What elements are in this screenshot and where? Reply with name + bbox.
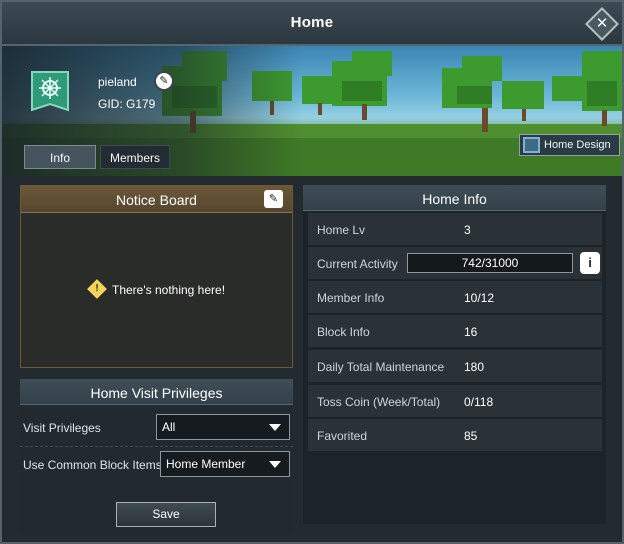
info-row-block-info: Block Info 16 [308, 315, 602, 347]
warning-icon: ! [87, 279, 107, 299]
home-design-icon [523, 137, 540, 153]
info-value: 0/118 [464, 395, 494, 409]
activity-progress-bar: 742/31000 [407, 253, 573, 273]
info-row-current-activity: Current Activity 742/31000 i [308, 247, 602, 279]
common-block-label: Use Common Block Items [23, 458, 162, 472]
common-block-value: Home Member [166, 457, 246, 471]
home-info-panel: Home Info Home Lv 3 Current Activity 742… [303, 185, 606, 524]
title-bar: Home ✕ [2, 2, 622, 46]
home-info-header: Home Info [303, 185, 606, 211]
privileges-title: Home Visit Privileges [90, 385, 223, 401]
edit-icon: ✎ [159, 75, 169, 87]
info-row-member-info: Member Info 10/12 [308, 281, 602, 313]
gid-label: GID: G179 [98, 97, 156, 111]
info-label: Current Activity [317, 257, 398, 271]
info-label: Block Info [317, 325, 370, 339]
notice-board-title: Notice Board [116, 192, 197, 208]
info-icon[interactable]: i [580, 252, 600, 274]
edit-name-button[interactable]: ✎ [154, 71, 174, 91]
edit-icon: ✎ [268, 193, 279, 205]
info-row-toss-coin: Toss Coin (Week/Total) 0/118 [308, 385, 602, 417]
visit-privileges-row: Visit Privileges All [20, 410, 293, 444]
close-icon: ✕ [595, 15, 609, 32]
edit-notice-button[interactable]: ✎ [264, 190, 283, 208]
home-window: Home ✕ pieland ✎ GID: G179 Info Members … [0, 0, 624, 544]
tab-info[interactable]: Info [24, 145, 96, 169]
common-block-select[interactable]: Home Member [160, 451, 290, 477]
visit-privileges-select[interactable]: All [156, 414, 290, 440]
visit-privileges-label: Visit Privileges [23, 421, 101, 435]
chevron-down-icon [269, 461, 281, 468]
info-label: Toss Coin (Week/Total) [317, 395, 441, 409]
info-label: Favorited [317, 429, 368, 443]
close-button[interactable]: ✕ [585, 7, 619, 41]
home-design-label: Home Design [544, 139, 611, 151]
window-title: Home [290, 14, 334, 31]
notice-board-header: Notice Board ✎ [21, 186, 292, 213]
info-row-home-lv: Home Lv 3 [308, 213, 602, 245]
info-value: 85 [464, 429, 478, 443]
info-label: Home Lv [317, 223, 366, 237]
info-label: Member Info [317, 291, 385, 305]
home-emblem-icon [30, 70, 70, 118]
home-info-title: Home Info [422, 191, 487, 207]
notice-board: Notice Board ✎ ! There's nothing here! [20, 185, 293, 368]
visit-privileges-value: All [162, 420, 176, 434]
privileges-header: Home Visit Privileges [20, 379, 293, 405]
info-value: 16 [464, 325, 478, 339]
info-label: Daily Total Maintenance [317, 360, 445, 374]
save-button[interactable]: Save [116, 502, 216, 527]
info-value: 180 [464, 360, 485, 374]
home-design-button[interactable]: Home Design [519, 134, 620, 156]
username: pieland [98, 75, 137, 89]
common-block-row: Use Common Block Items Home Member [20, 446, 293, 480]
chevron-down-icon [269, 424, 281, 431]
tab-members[interactable]: Members [100, 145, 170, 169]
info-value: 10/12 [464, 291, 495, 305]
notice-empty-text: There's nothing here! [112, 283, 226, 297]
info-row-daily-maintenance: Daily Total Maintenance 180 [308, 350, 602, 382]
home-visit-privileges: Home Visit Privileges Visit Privileges A… [20, 379, 293, 533]
info-row-favorited: Favorited 85 [308, 419, 602, 451]
info-value: 3 [464, 223, 471, 237]
